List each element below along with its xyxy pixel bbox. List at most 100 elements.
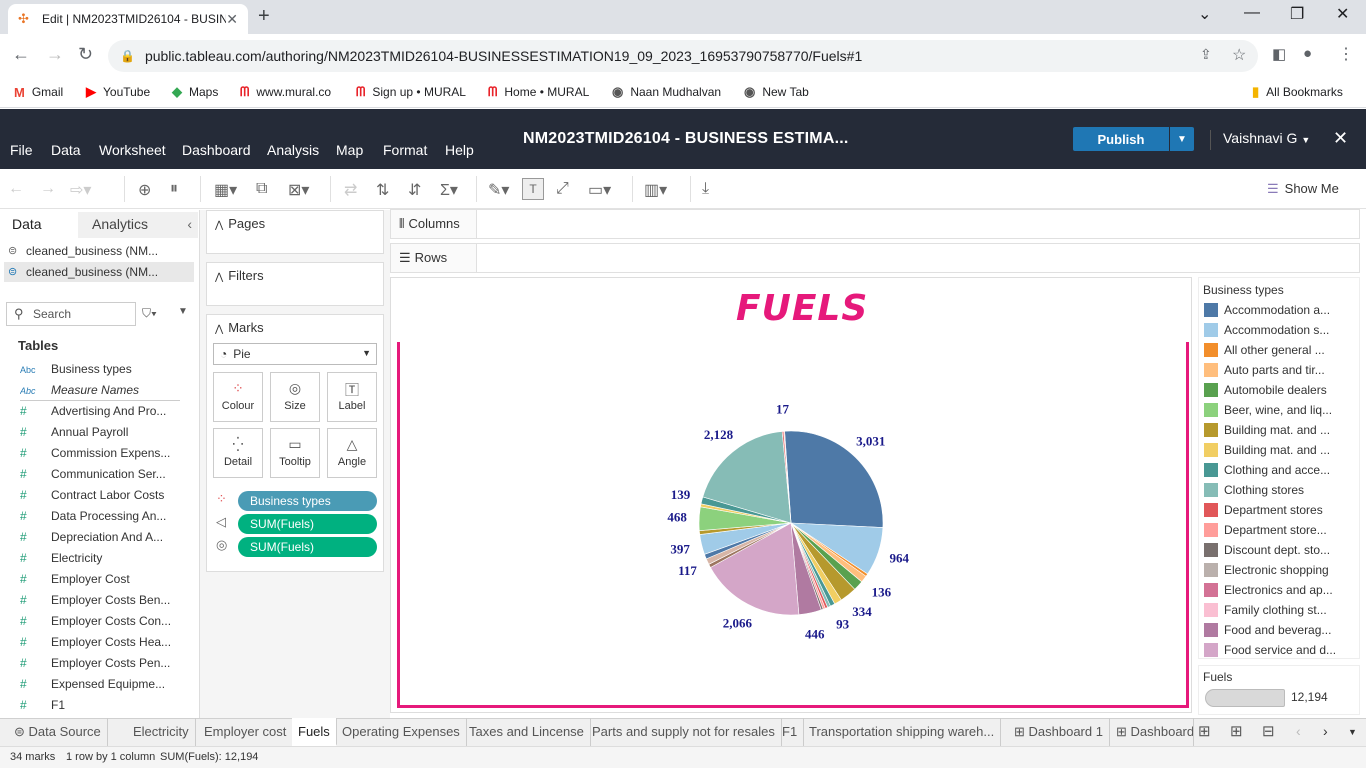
legend-item[interactable]: Clothing stores (1204, 480, 1354, 500)
field-item[interactable]: # Employer Costs Pen... (20, 653, 180, 674)
bookmark-youtube[interactable]: ▶ YouTube (86, 82, 150, 102)
field-item[interactable]: # F1 (20, 695, 180, 716)
new-data-source-icon[interactable]: ⊕ (138, 180, 151, 200)
legend-item[interactable]: Department stores (1204, 500, 1354, 520)
restore-icon[interactable]: ❐ (1290, 4, 1304, 24)
legend-item[interactable]: Building mat. and ... (1204, 440, 1354, 460)
field-item[interactable]: Abc Measure Names (20, 380, 180, 401)
menu-analysis[interactable]: Analysis (267, 142, 319, 158)
swap-icon[interactable]: ⇄ (344, 180, 357, 200)
tab-data[interactable]: Data (0, 212, 78, 238)
sum-fuels-size-pill[interactable]: SUM(Fuels) (238, 537, 377, 557)
presentation-icon[interactable]: ▥▾ (644, 180, 667, 200)
colour-button[interactable]: ⁘ Colour (213, 372, 263, 422)
filter-icon[interactable]: ⛉▾ (142, 306, 157, 321)
sheet-tab[interactable]: Employer cost (198, 718, 294, 746)
pause-updates-icon[interactable]: ⏸ (170, 180, 178, 198)
new-worksheet-tab-icon[interactable]: ⊞ (1198, 722, 1211, 740)
url-bar[interactable]: 🔒 public.tableau.com/authoring/NM2023TMI… (108, 40, 1258, 72)
field-item[interactable]: # Advertising And Pro... (20, 401, 180, 422)
tabs-right-icon[interactable]: › (1323, 723, 1328, 739)
field-item[interactable]: # Electricity (20, 548, 180, 569)
profile-icon[interactable]: ● (1303, 45, 1312, 62)
new-story-tab-icon[interactable]: ⊟ (1262, 722, 1275, 740)
legend-item[interactable]: Electronics and ap... (1204, 580, 1354, 600)
close-tab-icon[interactable]: ✕ (226, 11, 238, 28)
legend-item[interactable]: Clothing and acce... (1204, 460, 1354, 480)
sheet-tab[interactable]: ⊞ Dashboard 1 (1008, 718, 1110, 746)
undo-icon[interactable]: ← (8, 180, 24, 198)
new-worksheet-icon[interactable]: ▦▾ (214, 180, 237, 200)
field-item[interactable]: # Employer Costs Con... (20, 611, 180, 632)
sheet-tab[interactable]: Operating Expenses (336, 718, 467, 746)
duplicate-icon[interactable]: ⧉ (256, 180, 267, 198)
tabs-left-icon[interactable]: ‹ (1296, 723, 1301, 739)
legend-item[interactable]: Auto parts and tir... (1204, 360, 1354, 380)
sheet-tab[interactable]: Fuels (292, 718, 337, 746)
bookmark-gmail[interactable]: M Gmail (14, 82, 63, 102)
reload-icon[interactable]: ↻ (78, 44, 93, 65)
legend-item[interactable]: Accommodation a... (1204, 300, 1354, 320)
legend-item[interactable]: Electronic shopping (1204, 560, 1354, 580)
menu-dashboard[interactable]: Dashboard (182, 142, 251, 158)
legend-item[interactable]: Automobile dealers (1204, 380, 1354, 400)
tab-analytics[interactable]: Analytics ‹ (78, 212, 198, 238)
sort-asc-icon[interactable]: ⇅ (376, 180, 389, 200)
legend-item[interactable]: Family clothing st... (1204, 600, 1354, 620)
forward-icon[interactable]: → (46, 44, 64, 65)
sidebar-icon[interactable]: ◧ (1272, 45, 1286, 63)
browser-tab[interactable]: ✣ Edit | NM2023TMID26104 - BUSINES ✕ (8, 4, 248, 34)
format-icon[interactable]: ⤢ (556, 180, 569, 198)
close-editor-icon[interactable]: ✕ (1333, 128, 1348, 149)
legend-item[interactable]: Building mat. and ... (1204, 420, 1354, 440)
new-dashboard-tab-icon[interactable]: ⊞ (1230, 722, 1243, 740)
sheet-tab[interactable]: Taxes and Lincense (463, 718, 591, 746)
search-input[interactable]: ⚲ Search (6, 302, 136, 326)
download-icon[interactable]: ⤓ (702, 180, 709, 198)
highlight-icon[interactable]: ✎▾ (488, 180, 509, 200)
legend-item[interactable]: Food and beverag... (1204, 620, 1354, 640)
show-me-button[interactable]: ☰ Show Me (1267, 181, 1339, 197)
labels-icon[interactable]: T (522, 178, 544, 200)
sum-fuels-angle-pill[interactable]: SUM(Fuels) (238, 514, 377, 534)
bookmark-maps[interactable]: ◆ Maps (172, 82, 218, 102)
new-tab-icon[interactable]: + (258, 5, 270, 28)
pie-chart[interactable]: 3,031 964 13633493 446 2,066 117 397 468 139 2,12… (390, 342, 1190, 682)
tabs-menu-icon[interactable]: ▼ (1348, 727, 1357, 737)
bookmark-mural-home[interactable]: ᗰ Home • MURAL (488, 82, 589, 102)
tooltip-button[interactable]: ▭ Tooltip (270, 428, 320, 478)
sheet-tab[interactable]: F1 (776, 718, 805, 746)
bookmark-mural-signup[interactable]: ᗰ Sign up • MURAL (356, 82, 466, 102)
mark-type-select[interactable]: ◔ Pie ▼ (213, 343, 377, 365)
sheet-tab[interactable]: Transportation shipping wareh... (803, 718, 1002, 746)
clear-sheet-icon[interactable]: ⊠▾ (288, 180, 309, 200)
columns-shelf[interactable]: ⫴ Columns (390, 209, 1360, 239)
bookmark-mural[interactable]: ᗰ www.mural.co (240, 82, 331, 102)
menu-format[interactable]: Format (383, 142, 427, 158)
sort-desc-icon[interactable]: ⇵ (408, 180, 421, 200)
replay-icon[interactable]: ⇨▾ (70, 180, 91, 200)
legend-item[interactable]: Beer, wine, and liq... (1204, 400, 1354, 420)
detail-button[interactable]: ⁛ Detail (213, 428, 263, 478)
field-item[interactable]: # Employer Costs Hea... (20, 632, 180, 653)
field-item[interactable]: Abc Business types (20, 359, 180, 380)
back-icon[interactable]: ← (12, 44, 30, 65)
more-icon[interactable]: ⋮ (1338, 44, 1354, 64)
star-icon[interactable]: ☆ (1232, 45, 1246, 65)
user-menu[interactable]: Vaishnavi G ▼ (1210, 130, 1310, 150)
pages-card[interactable]: ⋀ Pages (206, 210, 384, 254)
sheet-tab[interactable]: ⊜ Data Source (8, 718, 108, 746)
legend-item[interactable]: All other general ... (1204, 340, 1354, 360)
data-source-item-active[interactable]: ⊜ cleaned_business (NM... (4, 262, 194, 282)
bookmark-new-tab[interactable]: ◉ New Tab (744, 82, 809, 102)
field-item[interactable]: # Employer Cost (20, 569, 180, 590)
bookmark-naan-mudhalvan[interactable]: ◉ Naan Mudhalvan (612, 82, 721, 102)
label-button[interactable]: 🅃 Label (327, 372, 377, 422)
dropdown-icon[interactable]: ▼ (178, 306, 188, 317)
field-item[interactable]: # Commission Expens... (20, 443, 180, 464)
totals-icon[interactable]: Σ▾ (440, 180, 458, 200)
legend-item[interactable]: Accommodation s... (1204, 320, 1354, 340)
redo-icon[interactable]: → (40, 180, 56, 198)
menu-help[interactable]: Help (445, 142, 474, 158)
share-icon[interactable]: ⇪ (1200, 46, 1212, 63)
